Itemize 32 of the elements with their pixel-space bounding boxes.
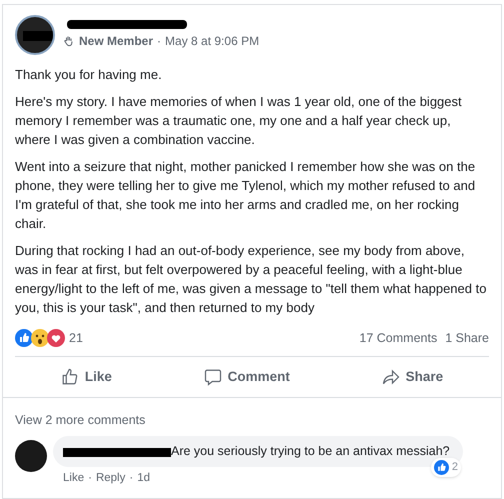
comment-like-link[interactable]: Like — [63, 470, 84, 488]
comment-reply-link[interactable]: Reply — [96, 470, 126, 488]
comments-count[interactable]: 17 Comments — [359, 329, 438, 348]
like-reaction-icon — [434, 460, 449, 475]
wow-reaction-icon — [31, 329, 49, 348]
comment-like-count[interactable]: 2 — [430, 458, 461, 477]
speech-bubble-icon — [204, 368, 222, 386]
thumbs-up-icon — [60, 368, 79, 386]
like-count: 2 — [452, 460, 458, 475]
member-label: New Member — [79, 33, 154, 50]
timestamp[interactable]: May 8 at 9:06 PM — [165, 32, 260, 50]
post-paragraph: During that rocking I had an out-of-body experience, see my body from above, was in fear at first, but felt overpowered by a peaceful feeling, with a light-blue energy/light to the left of me, was given a message to "tell them what happened to you, this is your task", and then returned to my body — [15, 242, 488, 317]
share-action-button[interactable]: Share — [358, 360, 468, 393]
heart-reaction-icon — [47, 329, 65, 348]
post-paragraph: Went into a seizure that night, mother panicked I remember how she was on the phone, they were telling her to give me Tylenol, which my mother refused to and I'm grateful of that, she took me into her arms and cradled me, on her rocking chair. — [15, 158, 476, 233]
comment-age: 1d — [137, 471, 150, 486]
view-more-comments-link[interactable]: View 2 more comments — [15, 413, 146, 427]
shares-count[interactable]: 1 Share — [445, 329, 489, 348]
post-paragraph: Thank you for having me. — [15, 66, 163, 84]
waving-hand-icon — [63, 35, 75, 47]
share-arrow-icon — [382, 368, 400, 386]
avatar — [15, 15, 55, 55]
comment-text: Are you seriously trying to be an antivax messiah? — [171, 443, 450, 460]
reaction-count[interactable]: 21 — [69, 329, 83, 348]
comment-action-button[interactable]: Comment — [180, 360, 314, 393]
separator: · — [157, 33, 162, 50]
separator: · — [129, 471, 134, 486]
separator: · — [88, 471, 92, 486]
like-action-button[interactable]: Like — [36, 360, 136, 393]
post-paragraph: Here's my story. I have memories of when I was 1 year old, one of the biggest memory I remember was a traumatic one, my one and a half year check up, where I was given a combination vaccine. — [15, 93, 463, 149]
like-reaction-icon — [15, 329, 33, 348]
avatar — [15, 440, 47, 472]
